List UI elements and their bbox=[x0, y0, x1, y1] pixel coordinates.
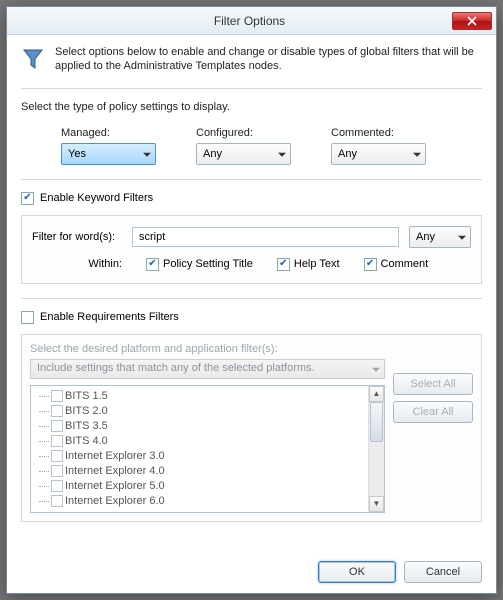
intro-text: Select options below to enable and chang… bbox=[55, 45, 482, 74]
tree-item-checkbox bbox=[51, 390, 63, 402]
configured-value: Any bbox=[203, 148, 222, 160]
policy-heading: Select the type of policy settings to di… bbox=[21, 101, 482, 113]
dialog-footer: OK Cancel bbox=[318, 561, 482, 583]
close-icon bbox=[467, 16, 477, 26]
tree-item-label: BITS 3.5 bbox=[65, 420, 108, 432]
chevron-down-icon bbox=[413, 152, 421, 156]
divider bbox=[21, 298, 482, 299]
select-all-button: Select All bbox=[393, 373, 473, 395]
tree-item: Internet Explorer 3.0 bbox=[51, 449, 368, 464]
enable-keyword-checkbox[interactable] bbox=[21, 192, 34, 205]
req-panel: Select the desired platform and applicat… bbox=[21, 334, 482, 522]
policy-triples: Managed: Yes Configured: Any Commented: … bbox=[21, 127, 482, 165]
tree-item-label: Internet Explorer 4.0 bbox=[65, 465, 165, 477]
ok-button[interactable]: OK bbox=[318, 561, 396, 583]
within-title-checkbox[interactable] bbox=[146, 258, 159, 271]
enable-req-row: Enable Requirements Filters bbox=[21, 311, 482, 324]
chevron-down-icon bbox=[278, 152, 286, 156]
tree-item-checkbox bbox=[51, 465, 63, 477]
scroll-down-button[interactable]: ▼ bbox=[369, 496, 384, 512]
funnel-icon bbox=[21, 47, 45, 71]
chevron-down-icon bbox=[372, 367, 380, 371]
intro-row: Select options below to enable and chang… bbox=[21, 45, 482, 84]
enable-keyword-row: Enable Keyword Filters bbox=[21, 192, 482, 205]
keyword-panel: Filter for word(s): Any Within: Policy S… bbox=[21, 215, 482, 284]
within-title-label: Policy Setting Title bbox=[163, 258, 253, 270]
req-platform-value: Include settings that match any of the s… bbox=[37, 362, 315, 374]
enable-req-checkbox[interactable] bbox=[21, 311, 34, 324]
scroll-up-button[interactable]: ▲ bbox=[369, 386, 384, 402]
tree-item: Internet Explorer 6.0 bbox=[51, 494, 368, 509]
tree-item-label: BITS 4.0 bbox=[65, 435, 108, 447]
managed-label: Managed: bbox=[61, 127, 156, 139]
within-comment-label: Comment bbox=[381, 258, 429, 270]
managed-value: Yes bbox=[68, 148, 86, 160]
scroll-track[interactable] bbox=[369, 402, 384, 496]
divider bbox=[21, 179, 482, 180]
tree-item-label: Internet Explorer 5.0 bbox=[65, 480, 165, 492]
scroll-thumb[interactable] bbox=[370, 402, 383, 442]
filter-word-input[interactable] bbox=[132, 227, 399, 247]
filter-word-label: Filter for word(s): bbox=[32, 231, 122, 243]
filter-match-value: Any bbox=[416, 231, 435, 243]
within-label: Within: bbox=[82, 258, 122, 270]
tree-item-checkbox bbox=[51, 495, 63, 507]
commented-value: Any bbox=[338, 148, 357, 160]
commented-combo[interactable]: Any bbox=[331, 143, 426, 165]
cancel-button[interactable]: Cancel bbox=[404, 561, 482, 583]
managed-combo[interactable]: Yes bbox=[61, 143, 156, 165]
tree-item-checkbox bbox=[51, 450, 63, 462]
commented-label: Commented: bbox=[331, 127, 426, 139]
within-comment-checkbox[interactable] bbox=[364, 258, 377, 271]
divider bbox=[21, 88, 482, 89]
tree-item-label: Internet Explorer 3.0 bbox=[65, 450, 165, 462]
tree-item-label: BITS 2.0 bbox=[65, 405, 108, 417]
tree-item: BITS 3.5 bbox=[51, 419, 368, 434]
tree-item: Internet Explorer 5.0 bbox=[51, 479, 368, 494]
titlebar: Filter Options bbox=[7, 7, 496, 35]
tree-item: BITS 4.0 bbox=[51, 434, 368, 449]
clear-all-button: Clear All bbox=[393, 401, 473, 423]
scrollbar[interactable]: ▲ ▼ bbox=[368, 386, 384, 512]
filter-match-combo[interactable]: Any bbox=[409, 226, 471, 248]
req-tree: BITS 1.5 BITS 2.0 BITS 3.5 BITS 4.0 Internet… bbox=[30, 385, 385, 513]
tree-item: BITS 2.0 bbox=[51, 404, 368, 419]
req-platform-combo: Include settings that match any of the s… bbox=[30, 359, 385, 379]
tree-item-checkbox bbox=[51, 435, 63, 447]
within-help-label: Help Text bbox=[294, 258, 340, 270]
tree-item: BITS 1.5 bbox=[51, 389, 368, 404]
configured-label: Configured: bbox=[196, 127, 291, 139]
req-desc: Select the desired platform and applicat… bbox=[30, 343, 385, 355]
tree-item-checkbox bbox=[51, 405, 63, 417]
configured-combo[interactable]: Any bbox=[196, 143, 291, 165]
enable-req-label: Enable Requirements Filters bbox=[40, 311, 179, 323]
dialog-content: Select options below to enable and chang… bbox=[7, 35, 496, 530]
enable-keyword-label: Enable Keyword Filters bbox=[40, 192, 153, 204]
tree-item: Internet Explorer 4.0 bbox=[51, 464, 368, 479]
tree-item-label: Internet Explorer 6.0 bbox=[65, 495, 165, 507]
tree-item-checkbox bbox=[51, 420, 63, 432]
chevron-down-icon bbox=[458, 235, 466, 239]
window-title: Filter Options bbox=[47, 14, 452, 28]
tree-item-label: BITS 1.5 bbox=[65, 390, 108, 402]
chevron-down-icon bbox=[143, 152, 151, 156]
close-button[interactable] bbox=[452, 12, 492, 30]
tree-item-checkbox bbox=[51, 480, 63, 492]
within-help-checkbox[interactable] bbox=[277, 258, 290, 271]
dialog-window: Filter Options Select options below to e… bbox=[6, 6, 497, 594]
